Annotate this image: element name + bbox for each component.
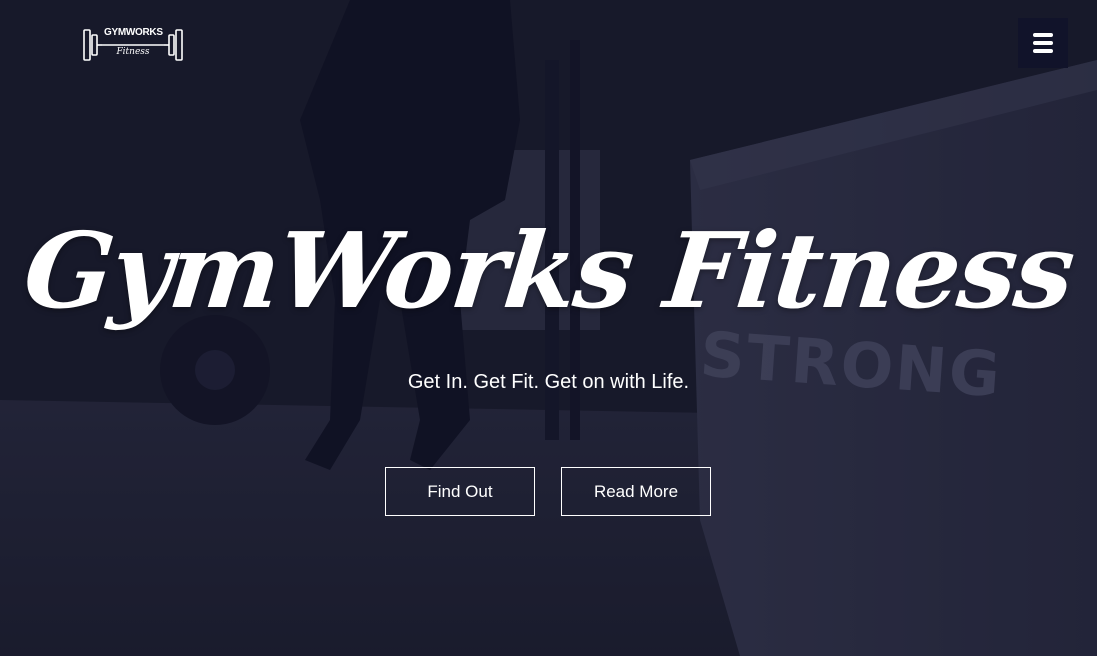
hamburger-menu-icon — [1033, 33, 1053, 53]
menu-button[interactable] — [1018, 18, 1068, 68]
read-more-button[interactable]: Read More — [561, 467, 711, 516]
hero-title: GymWorks Fitness — [18, 209, 1079, 332]
find-out-button[interactable]: Find Out — [385, 467, 535, 516]
logo-text-bottom: Fitness — [116, 47, 150, 57]
hero-tagline: Get In. Get Fit. Get on with Life. — [407, 371, 690, 393]
logo-text-top: GYMWORKS — [104, 27, 163, 38]
site-logo[interactable]: GYMWORKS Fitness — [82, 26, 184, 64]
hero-section: STRONG GYMWORKS Fitness GymWorks Fitness… — [0, 0, 1097, 656]
